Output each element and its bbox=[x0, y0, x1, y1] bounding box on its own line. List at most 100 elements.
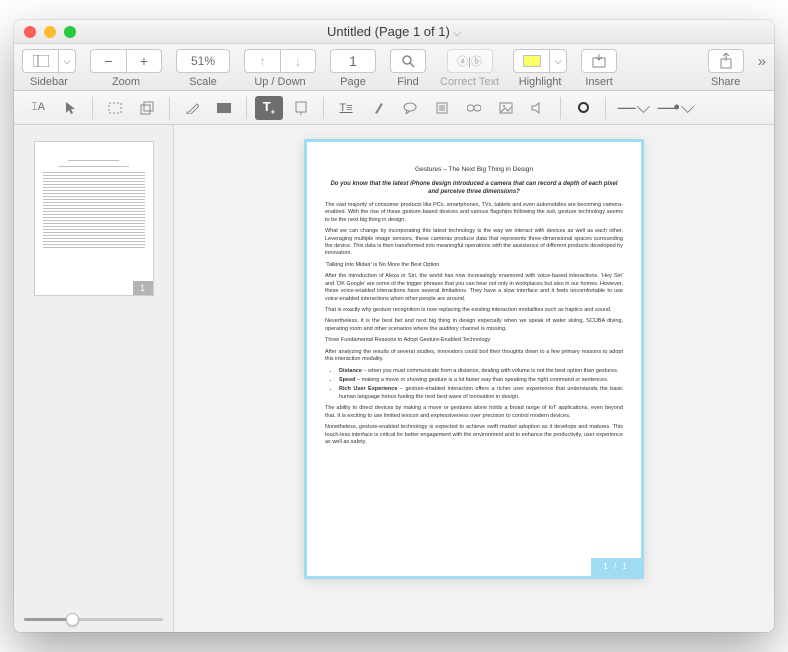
text-icon: T+ bbox=[263, 99, 276, 117]
doc-paragraph: After analyzing the results of several s… bbox=[325, 349, 623, 364]
line-tool[interactable]: T≡ bbox=[332, 96, 360, 120]
insert-icon bbox=[591, 54, 607, 68]
window-title[interactable]: Untitled (Page 1 of 1) ⌵ bbox=[14, 24, 774, 39]
zoom-label: Zoom bbox=[112, 76, 140, 88]
share-icon bbox=[719, 53, 733, 69]
page-number-badge: 1 / 1 bbox=[591, 558, 641, 576]
link-tool[interactable] bbox=[460, 96, 488, 120]
highlight-button[interactable] bbox=[513, 49, 549, 73]
updown-label: Up / Down bbox=[254, 76, 305, 88]
doc-lead: Do you know that the latest iPhone desig… bbox=[325, 180, 623, 196]
stroke-style-menu[interactable]: — ⌵ bbox=[614, 96, 652, 120]
lasso-icon bbox=[140, 101, 154, 115]
page-down-button[interactable]: ↓ bbox=[280, 49, 316, 73]
arrow-down-icon: ↓ bbox=[295, 53, 302, 69]
page-field[interactable]: 1 bbox=[330, 49, 376, 73]
correct-label: Correct Text bbox=[440, 76, 499, 88]
circle-icon bbox=[578, 102, 589, 113]
chevron-down-icon: ⌵ bbox=[555, 56, 562, 67]
highlight-swatch bbox=[523, 55, 541, 67]
share-button[interactable] bbox=[708, 49, 744, 73]
doc-paragraph: What we can change by incorporating this… bbox=[325, 228, 623, 258]
chevron-right-icon: » bbox=[758, 53, 766, 70]
document-canvas[interactable]: Gestures – The Next Big Thing in Design … bbox=[174, 125, 774, 632]
area-select-tool[interactable] bbox=[101, 96, 129, 120]
link-icon bbox=[467, 103, 481, 113]
scale-label: Scale bbox=[189, 76, 217, 88]
line-end-icon: —• ⌵ bbox=[658, 97, 693, 118]
sidebar-label: Sidebar bbox=[30, 76, 68, 88]
zoom-in-button[interactable]: + bbox=[126, 49, 162, 73]
text-cursor-icon: ⌶A bbox=[31, 101, 45, 114]
lasso-tool[interactable] bbox=[133, 96, 161, 120]
thumbnail-page-number: 1 bbox=[133, 281, 153, 295]
zoom-out-button[interactable]: − bbox=[90, 49, 126, 73]
pointer-tool[interactable] bbox=[56, 96, 84, 120]
underline-icon: T≡ bbox=[339, 102, 352, 114]
thumbnails-sidebar: 1 bbox=[14, 125, 174, 632]
line-end-menu[interactable]: —• ⌵ bbox=[656, 96, 694, 120]
minus-icon: − bbox=[104, 53, 112, 69]
slider-knob[interactable] bbox=[66, 613, 79, 626]
insert-button[interactable] bbox=[581, 49, 617, 73]
anchored-note-icon bbox=[294, 101, 308, 115]
find-button[interactable] bbox=[390, 49, 426, 73]
doc-paragraph: After the introduction of Alexa or Siri,… bbox=[325, 273, 623, 303]
search-icon bbox=[401, 54, 415, 68]
document-page[interactable]: Gestures – The Next Big Thing in Design … bbox=[304, 139, 644, 579]
doc-paragraph: That is exactly why gesture recognition … bbox=[325, 307, 623, 314]
form-tool[interactable] bbox=[428, 96, 456, 120]
main-toolbar: ⌵ Sidebar − + Zoom 51% Scale ↑ ↓ Up / Do… bbox=[14, 44, 774, 91]
correct-text-button[interactable]: ⓐ|ⓑ bbox=[447, 49, 493, 73]
erase-tool[interactable] bbox=[178, 96, 206, 120]
redact-tool[interactable] bbox=[210, 96, 238, 120]
find-label: Find bbox=[397, 76, 418, 88]
correct-text-icon: ⓐ|ⓑ bbox=[457, 53, 482, 69]
text-select-tool[interactable]: ⌶A bbox=[24, 96, 52, 120]
doc-paragraph: Nevertheless, it is the best bet and nex… bbox=[325, 318, 623, 333]
share-label: Share bbox=[711, 76, 740, 88]
titlebar: Untitled (Page 1 of 1) ⌵ bbox=[14, 20, 774, 44]
app-window: Untitled (Page 1 of 1) ⌵ ⌵ Sidebar − + Z… bbox=[14, 20, 774, 632]
plus-icon: + bbox=[140, 53, 148, 69]
thumbnail-size-slider[interactable] bbox=[24, 618, 163, 621]
page-thumbnail[interactable]: 1 bbox=[34, 141, 154, 296]
list-item: Distance – when you must communicate fro… bbox=[339, 368, 623, 375]
speech-icon bbox=[403, 102, 417, 114]
form-icon bbox=[436, 102, 448, 114]
marker-icon bbox=[372, 101, 384, 115]
sidebar-button[interactable] bbox=[22, 49, 58, 73]
overflow-button[interactable]: » bbox=[758, 49, 766, 70]
highlight-menu-button[interactable]: ⌵ bbox=[549, 49, 567, 73]
zoom-field[interactable]: 51% bbox=[176, 49, 230, 73]
highlight-tool[interactable] bbox=[364, 96, 392, 120]
image-tool[interactable] bbox=[492, 96, 520, 120]
marquee-icon bbox=[108, 102, 122, 114]
redact-icon bbox=[217, 103, 231, 113]
sound-tool[interactable] bbox=[524, 96, 552, 120]
page-up-button[interactable]: ↑ bbox=[244, 49, 280, 73]
doc-title: Gestures – The Next Big Thing in Design bbox=[325, 166, 623, 175]
page-value: 1 bbox=[349, 53, 357, 69]
highlight-label: Highlight bbox=[519, 76, 562, 88]
page-label: Page bbox=[340, 76, 366, 88]
eraser-icon bbox=[185, 102, 199, 114]
arrow-up-icon: ↑ bbox=[259, 53, 266, 69]
doc-list: Distance – when you must communicate fro… bbox=[339, 368, 623, 402]
doc-subhead: Three Fundamental Reasons to Adopt Gestu… bbox=[325, 337, 623, 344]
slider-fill bbox=[24, 618, 66, 621]
list-item: Speed – making a move or showing gesture… bbox=[339, 377, 623, 384]
annotation-toolbar: ⌶A T+ T≡ — ⌵ —• ⌵ bbox=[14, 91, 774, 125]
note-anchor-tool[interactable] bbox=[287, 96, 315, 120]
doc-paragraph: The ability to direct devices by making … bbox=[325, 405, 623, 420]
thumbnail-preview bbox=[43, 160, 145, 248]
sidebar-icon bbox=[33, 55, 49, 67]
content-area: 1 Gestures – The Next Big Thing in Desig… bbox=[14, 125, 774, 632]
doc-paragraph: The vast majority of consumer products l… bbox=[325, 202, 623, 224]
zoom-value: 51% bbox=[191, 54, 215, 68]
text-tool[interactable]: T+ bbox=[255, 96, 283, 120]
comment-tool[interactable] bbox=[396, 96, 424, 120]
shape-tool[interactable] bbox=[569, 96, 597, 120]
list-item: Rich User Experience – gesture-enabled i… bbox=[339, 386, 623, 401]
sidebar-menu-button[interactable]: ⌵ bbox=[58, 49, 76, 73]
